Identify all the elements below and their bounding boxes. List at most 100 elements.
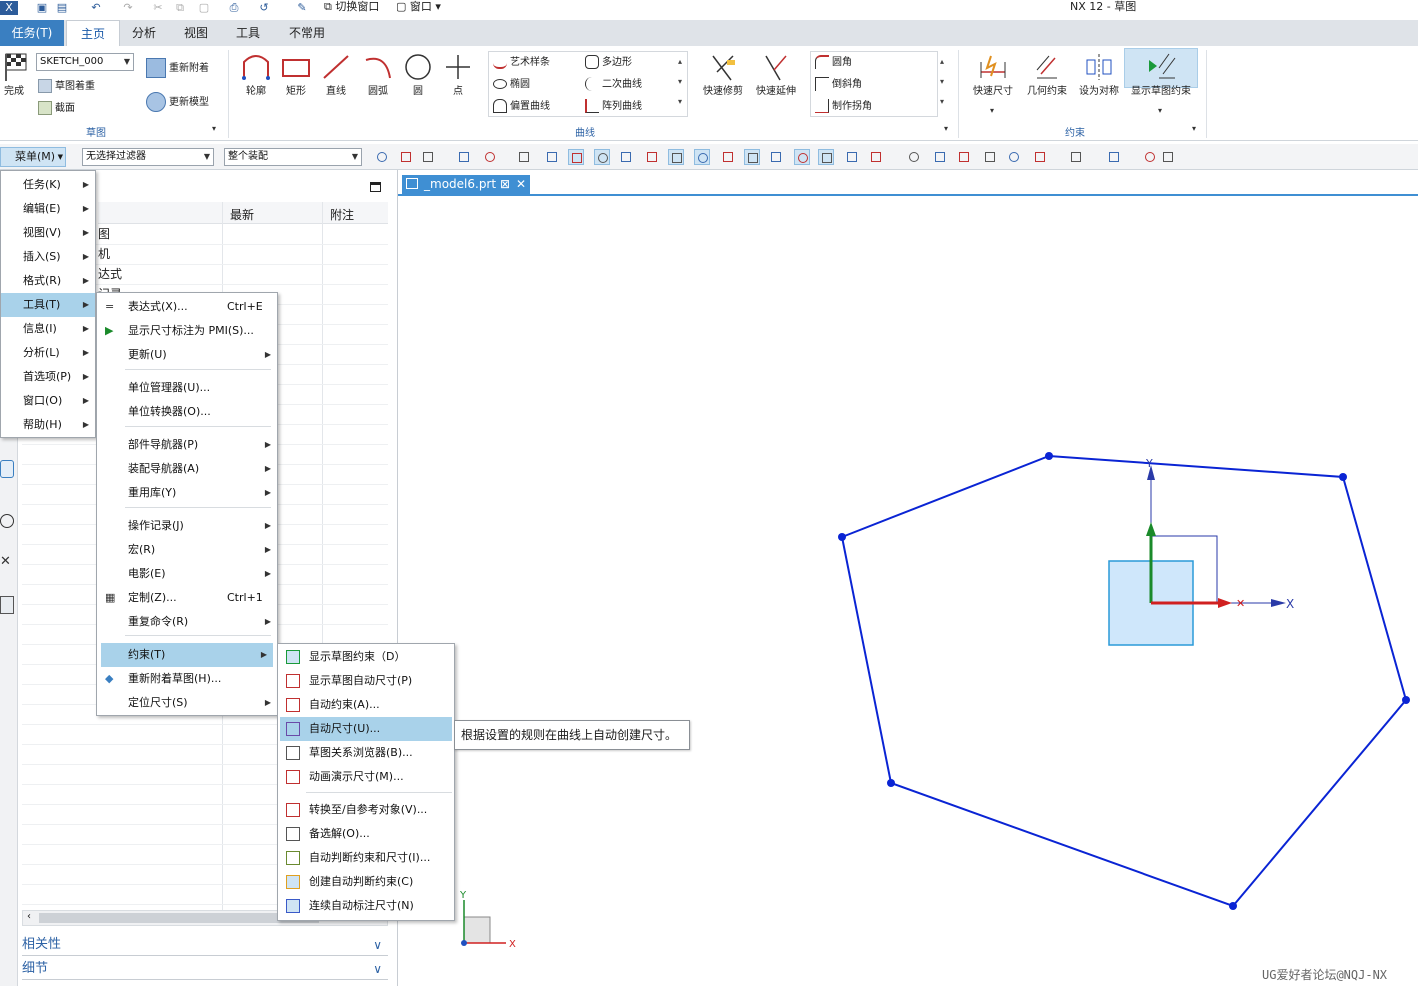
vertex-point[interactable] — [1402, 696, 1410, 704]
tab-tools[interactable]: 工具 — [226, 20, 270, 46]
sketch-polygon[interactable] — [840, 454, 1408, 908]
gallery-scroll-icon[interactable]: ▴ ▾ ▾ — [678, 52, 682, 112]
update-model-button[interactable]: 更新模型 — [146, 92, 209, 112]
reattach-button[interactable]: 重新附着 — [146, 58, 209, 78]
cut-icon[interactable]: ✂ — [150, 1, 166, 15]
tools-menu-item-2[interactable]: 更新(U) ▶ — [97, 343, 277, 367]
tools-menu-item-1[interactable]: ▶ 显示尺寸标注为 PMI(S)... — [97, 319, 277, 343]
display-icon[interactable] — [1142, 149, 1158, 165]
print-icon[interactable]: ⎙ — [226, 1, 242, 15]
window-button[interactable]: ▢ 窗口 ▾ — [396, 0, 441, 14]
tools-menu-item-14[interactable]: ◆ 重新附着草图(H)... — [97, 667, 277, 691]
switch-window-button[interactable]: ⧉ 切换窗口 — [324, 0, 379, 14]
sketch-canvas[interactable]: ✕ X Y Y X — [398, 196, 1418, 986]
sketch-orient-button[interactable]: 草图着重 — [38, 78, 95, 96]
reuse-library-icon[interactable] — [0, 596, 14, 614]
menu-item-0[interactable]: 任务(K) ▶ — [1, 173, 95, 197]
constraints-menu-item-6[interactable]: 转换至/自参考对象(V)... — [280, 798, 452, 822]
menu-item-9[interactable]: 窗口(O) ▶ — [1, 389, 95, 413]
tab-view[interactable]: 视图 — [174, 20, 218, 46]
tools-menu-item-8[interactable]: 操作记录(J) ▶ — [97, 514, 277, 538]
constraints-menu-item-4[interactable]: 草图关系浏览器(B)... — [280, 741, 452, 765]
make-corner-button[interactable]: 制作拐角 — [815, 98, 872, 116]
shade-icon[interactable] — [1068, 149, 1084, 165]
copy-icon[interactable]: ⧉ — [172, 1, 188, 15]
tools-menu-item-6[interactable]: 装配导航器(A) ▶ — [97, 457, 277, 481]
rapid-dimension-button[interactable]: 快速尺寸 — [966, 52, 1020, 97]
maximize-panel-icon[interactable] — [370, 182, 381, 192]
tab-home[interactable]: 主页 — [66, 20, 120, 46]
column-notes[interactable]: 附注 — [330, 206, 354, 223]
snake-icon[interactable] — [694, 149, 710, 165]
dependencies-section[interactable]: 相关性 ∨ — [22, 934, 388, 956]
dropdown-icon[interactable] — [1032, 149, 1048, 165]
menu-item-5[interactable]: 工具(T) ▶ — [1, 293, 95, 317]
tools-menu-item-3[interactable]: 单位管理器(U)... — [97, 376, 277, 400]
render-icon[interactable] — [844, 149, 860, 165]
body-icon[interactable] — [544, 149, 560, 165]
selection-filter-select[interactable]: 无选择过滤器 ▼ — [82, 148, 214, 166]
tools-menu-item-0[interactable]: = 表达式(X)... Ctrl+E — [97, 295, 277, 319]
tools-menu-item-9[interactable]: 宏(R) ▶ — [97, 538, 277, 562]
quadrant-point-icon[interactable] — [768, 149, 784, 165]
chamfer-button[interactable]: 倒斜角 — [815, 76, 862, 94]
vertex-point[interactable] — [1339, 473, 1347, 481]
constraints-menu-item-8[interactable]: 自动判断约束和尺寸(I)... — [280, 846, 452, 870]
close-tab-icon[interactable]: ✕ — [516, 175, 526, 194]
menu-item-8[interactable]: 首选项(P) ▶ — [1, 365, 95, 389]
studio-spline-button[interactable]: 艺术样条 — [493, 54, 550, 72]
pattern-curve-button[interactable]: 阵列曲线 — [585, 98, 642, 116]
point-dialog-icon[interactable] — [420, 149, 436, 165]
vertex-point[interactable] — [887, 779, 895, 787]
curve-select-icon[interactable] — [568, 149, 584, 165]
menu-item-2[interactable]: 视图(V) ▶ — [1, 221, 95, 245]
circle-button[interactable]: 圆 — [400, 52, 436, 97]
paste-icon[interactable]: ▢ — [196, 1, 212, 15]
solid-icon[interactable] — [516, 149, 532, 165]
sketch-name-select[interactable]: SKETCH_000 ▼ — [36, 53, 134, 71]
menu-item-10[interactable]: 帮助(H) ▶ — [1, 413, 95, 437]
arrow-icon[interactable] — [1160, 149, 1176, 165]
constraints-menu-item-3[interactable]: 自动尺寸(U)... — [280, 717, 452, 741]
tools-menu-item-7[interactable]: 重用库(Y) ▶ — [97, 481, 277, 505]
history-icon[interactable] — [0, 514, 14, 528]
center-point-icon[interactable] — [744, 149, 760, 165]
touch-mode-icon[interactable]: ✎ — [294, 1, 310, 15]
grid-icon[interactable] — [868, 149, 884, 165]
tab-task[interactable]: 任务(T) — [0, 20, 64, 46]
link-icon[interactable] — [456, 149, 472, 165]
details-section[interactable]: 细节 ∨ — [22, 958, 388, 980]
fit-icon[interactable] — [932, 149, 948, 165]
tools-menu-item-11[interactable]: ▦ 定制(Z)... Ctrl+1 — [97, 586, 277, 610]
document-tab[interactable]: _model6.prt ⊠ ✕ — [402, 175, 530, 194]
rapid-dimension-dropdown-icon[interactable]: ▾ — [990, 106, 994, 115]
rotate-icon[interactable] — [956, 149, 972, 165]
intersection-icon[interactable] — [720, 149, 736, 165]
redo-icon[interactable]: ↷ — [120, 1, 136, 15]
spline-snap-icon[interactable] — [644, 149, 660, 165]
tools-menu-item-5[interactable]: 部件导航器(P) ▶ — [97, 433, 277, 457]
list-item[interactable]: 机 — [98, 244, 122, 264]
save-all-icon[interactable]: ▤ — [54, 1, 70, 15]
curve-group-expand-icon[interactable]: ▾ — [944, 124, 948, 133]
menu-item-6[interactable]: 信息(I) ▶ — [1, 317, 95, 341]
constraints-menu-item-9[interactable]: 创建自动判断约束(C) — [280, 870, 452, 894]
rectangle-select-icon[interactable] — [482, 149, 498, 165]
pan-icon[interactable] — [982, 149, 998, 165]
vertex-point[interactable] — [838, 533, 846, 541]
point-button[interactable]: 点 — [440, 52, 476, 97]
tools-menu-item-4[interactable]: 单位转换器(O)... — [97, 400, 277, 424]
constraints-menu-item-7[interactable]: 备选解(O)... — [280, 822, 452, 846]
menu-item-1[interactable]: 编辑(E) ▶ — [1, 197, 95, 221]
list-item[interactable]: 图 — [98, 224, 122, 244]
arc-button[interactable]: 圆弧 — [358, 52, 398, 97]
fillet-button[interactable]: 圆角 — [815, 54, 852, 72]
save-icon[interactable]: ▣ — [34, 1, 50, 15]
tab-less-used[interactable]: 不常用 — [280, 20, 334, 46]
make-symmetric-button[interactable]: 设为对称 — [1074, 52, 1124, 97]
tools-menu-item-12[interactable]: 重复命令(R) ▶ — [97, 610, 277, 634]
finish-sketch-button[interactable]: 完成 — [0, 52, 28, 97]
constraints-menu-item-10[interactable]: 连续自动标注尺寸(N) — [280, 894, 452, 918]
line-snap-icon[interactable] — [594, 149, 610, 165]
geometric-constraints-button[interactable]: 几何约束 — [1022, 52, 1072, 97]
